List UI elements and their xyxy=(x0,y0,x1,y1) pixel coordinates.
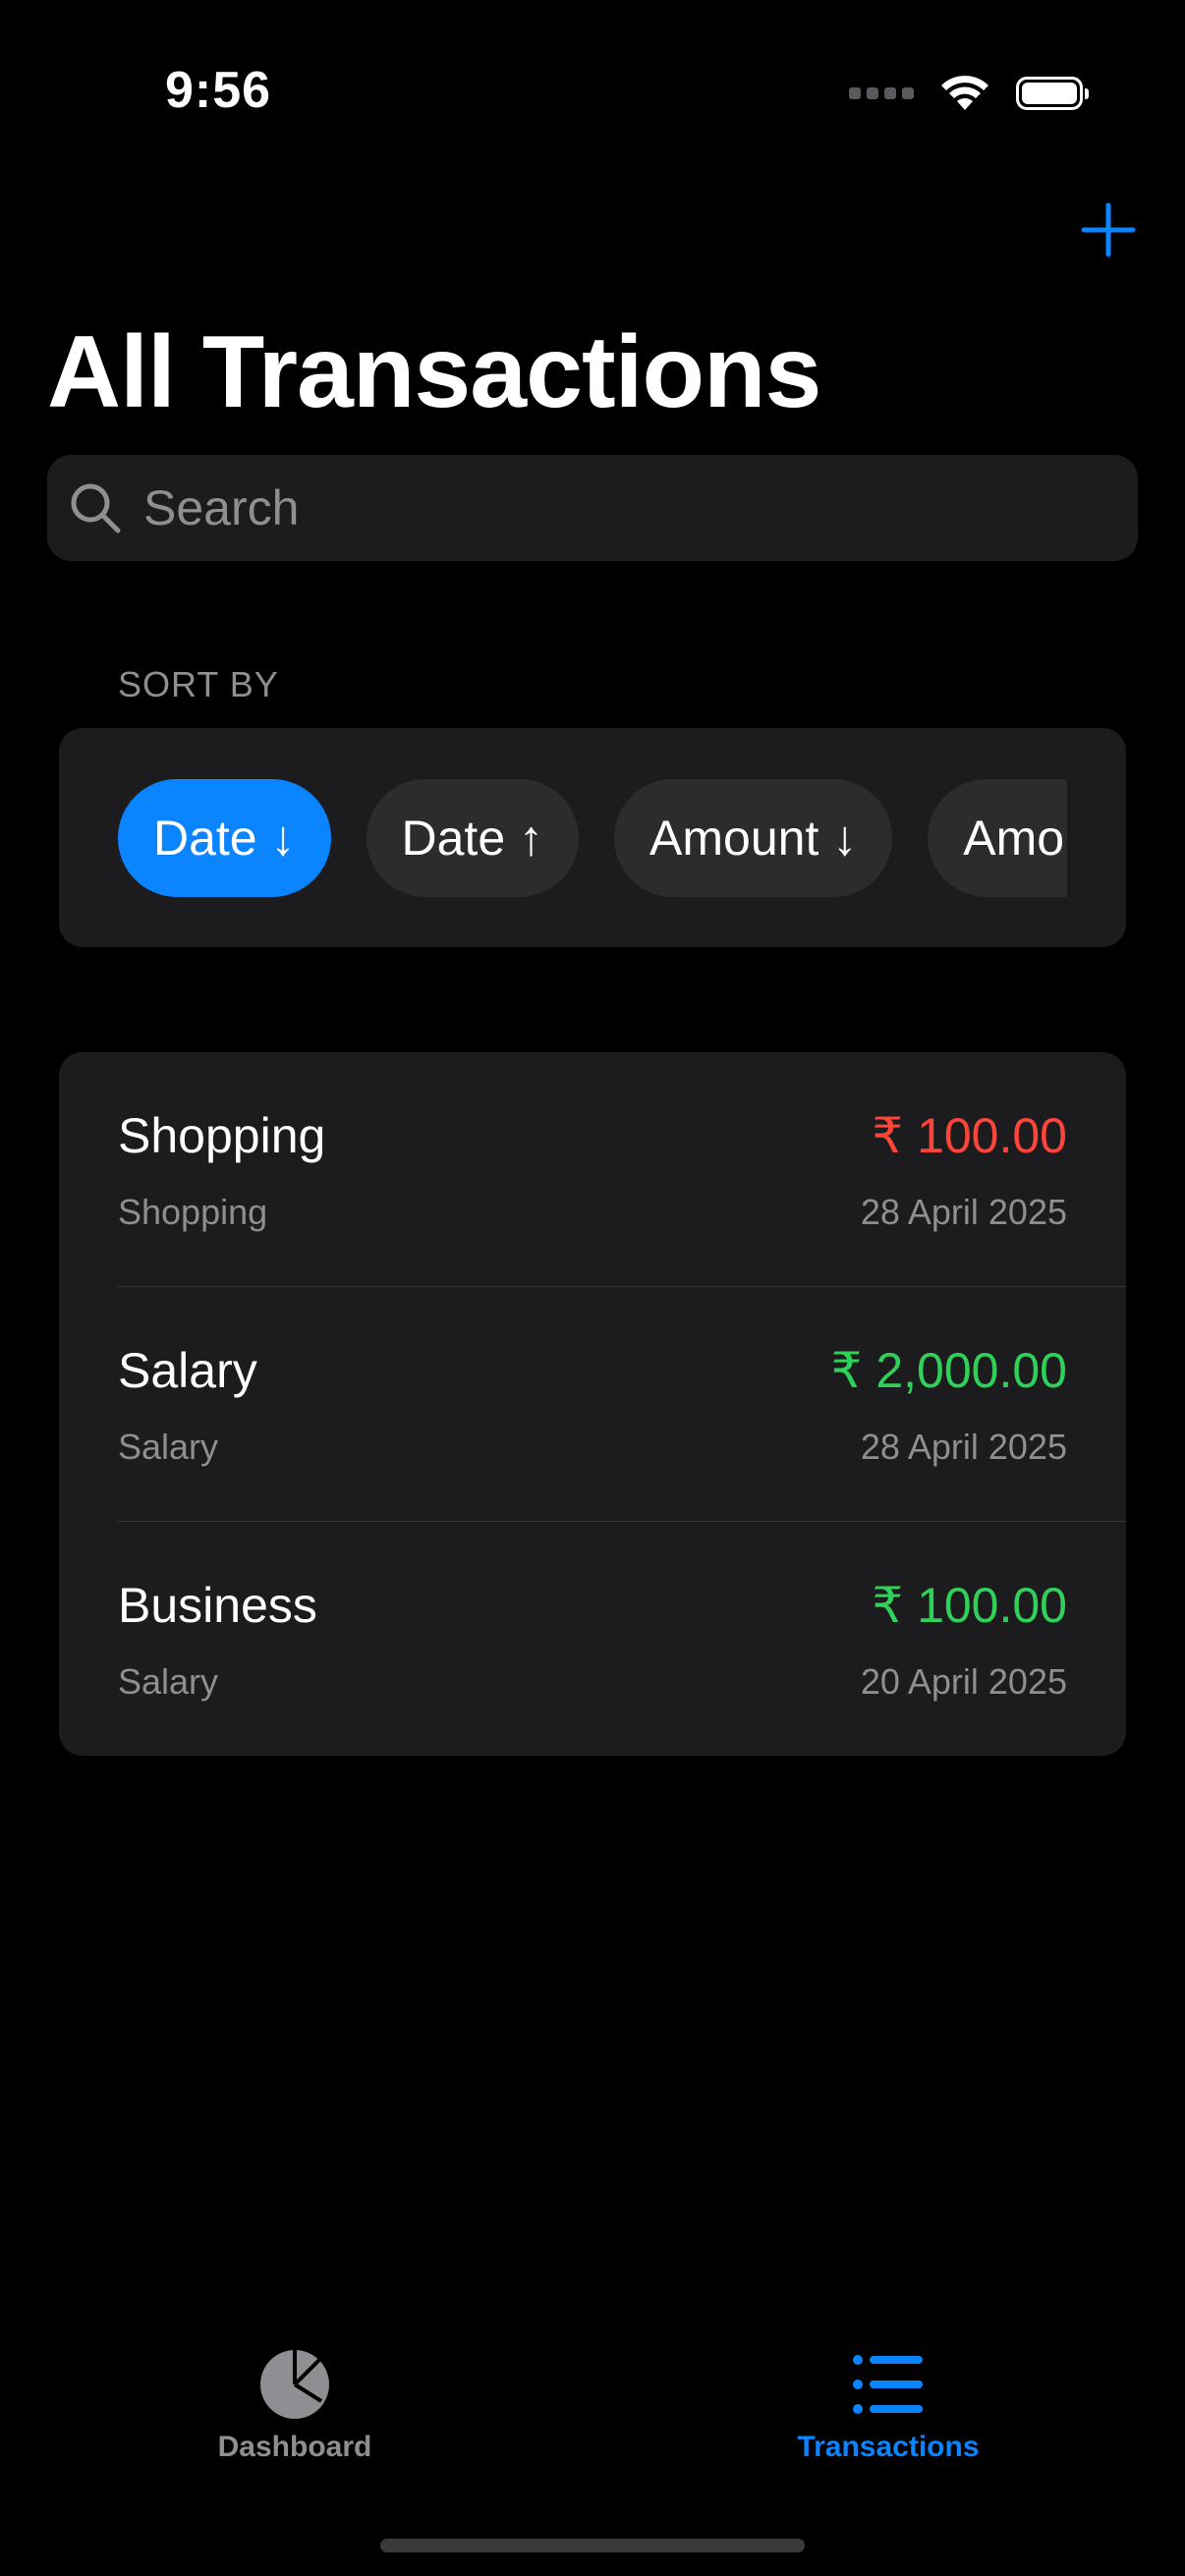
sort-by-label: SORT BY xyxy=(118,664,279,704)
cellular-signal-icon xyxy=(849,87,914,99)
transaction-title: Business xyxy=(118,1578,317,1633)
add-transaction-button[interactable] xyxy=(1079,200,1138,259)
transaction-amount: ₹ 2,000.00 xyxy=(830,1343,1067,1398)
sort-chip-amount-desc[interactable]: Amount ↓ xyxy=(614,779,893,897)
tab-dashboard[interactable]: Dashboard xyxy=(147,2348,442,2486)
transaction-category: Salary xyxy=(118,1427,219,1467)
transaction-row[interactable]: Salary Salary ₹ 2,000.00 28 April 2025 xyxy=(59,1287,1126,1522)
transaction-category: Salary xyxy=(118,1661,219,1702)
status-time: 9:56 xyxy=(165,62,272,119)
transaction-list: Shopping Shopping ₹ 100.00 28 April 2025… xyxy=(59,1052,1126,1756)
wifi-icon xyxy=(941,76,988,110)
search-bar[interactable] xyxy=(47,455,1138,561)
status-icons xyxy=(849,75,1089,112)
transaction-row[interactable]: Shopping Shopping ₹ 100.00 28 April 2025 xyxy=(59,1052,1126,1287)
transaction-date: 28 April 2025 xyxy=(860,1427,1067,1467)
transaction-category: Shopping xyxy=(118,1192,268,1232)
plus-icon xyxy=(1081,202,1136,257)
tab-transactions-label: Transactions xyxy=(797,2431,980,2463)
sort-chip-scroller[interactable]: Date ↓ Date ↑ Amount ↓ Amount ↑ xyxy=(118,779,1067,897)
transaction-date: 28 April 2025 xyxy=(860,1192,1067,1232)
sort-options-panel: Date ↓ Date ↑ Amount ↓ Amount ↑ xyxy=(59,728,1126,947)
sort-chip-date-asc[interactable]: Date ↑ xyxy=(366,779,580,897)
transaction-amount: ₹ 100.00 xyxy=(872,1578,1067,1633)
home-indicator[interactable] xyxy=(380,2539,805,2552)
search-icon xyxy=(71,483,121,533)
battery-icon xyxy=(1016,77,1089,110)
search-input[interactable] xyxy=(141,478,1030,537)
tab-transactions[interactable]: Transactions xyxy=(741,2348,1036,2486)
transaction-title: Shopping xyxy=(118,1108,326,1163)
transaction-date: 20 April 2025 xyxy=(860,1661,1067,1702)
sort-chip-amount-asc[interactable]: Amount ↑ xyxy=(928,779,1067,897)
transaction-title: Salary xyxy=(118,1343,257,1398)
tab-dashboard-label: Dashboard xyxy=(217,2431,372,2463)
transaction-amount: ₹ 100.00 xyxy=(872,1108,1067,1163)
list-icon xyxy=(853,2355,923,2414)
transaction-row[interactable]: Business Salary ₹ 100.00 20 April 2025 xyxy=(59,1522,1126,1756)
pie-chart-icon xyxy=(260,2350,329,2419)
sort-chip-date-desc[interactable]: Date ↓ xyxy=(118,779,331,897)
page-title: All Transactions xyxy=(47,315,821,429)
